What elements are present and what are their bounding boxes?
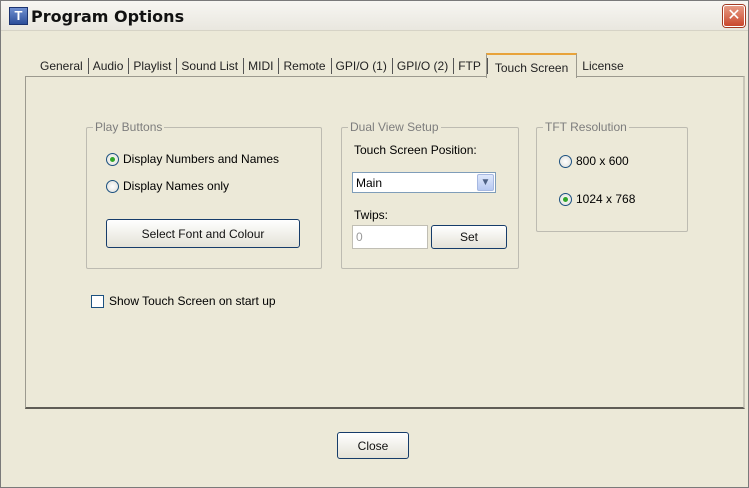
- tab-touch-screen[interactable]: Touch Screen: [485, 53, 578, 78]
- twips-input[interactable]: 0: [352, 225, 428, 249]
- close-button[interactable]: Close: [337, 432, 409, 459]
- twips-label: Twips:: [354, 208, 389, 222]
- radio-selected-icon: [559, 192, 572, 206]
- tab-playlist[interactable]: Playlist: [128, 55, 176, 77]
- close-icon[interactable]: ✕: [723, 5, 745, 27]
- touch-screen-position-select[interactable]: Main ▼: [352, 172, 496, 193]
- tab-sound-list[interactable]: Sound List: [176, 55, 243, 77]
- play-buttons-group-label: Play Buttons: [93, 120, 165, 134]
- tft-resolution-group: TFT Resolution 800 x 600 1024 x 768: [536, 120, 688, 232]
- radio-unselected-icon: [106, 179, 119, 193]
- select-font-colour-button[interactable]: Select Font and Colour: [106, 219, 300, 248]
- show-touch-screen-startup-checkbox[interactable]: Show Touch Screen on start up: [91, 294, 276, 308]
- show-touch-screen-startup-label: Show Touch Screen on start up: [109, 294, 276, 308]
- tab-remote[interactable]: Remote: [278, 55, 330, 77]
- tft-resolution-group-label: TFT Resolution: [543, 120, 629, 134]
- radio-display-numbers-names[interactable]: Display Numbers and Names: [106, 152, 279, 166]
- radio-1024x768[interactable]: 1024 x 768: [559, 192, 635, 206]
- set-button[interactable]: Set: [431, 225, 507, 249]
- tab-strip: General Audio Playlist Sound List MIDI R…: [35, 53, 629, 78]
- title-bar[interactable]: T Program Options ✕: [1, 1, 748, 31]
- window-title: Program Options: [31, 7, 185, 26]
- play-buttons-group: Play Buttons Display Numbers and Names D…: [86, 120, 322, 269]
- checkbox-box: [91, 294, 104, 308]
- radio-1024x768-label: 1024 x 768: [576, 192, 636, 206]
- dual-view-setup-group-label: Dual View Setup: [348, 120, 441, 134]
- app-icon: T: [9, 7, 28, 25]
- touch-screen-position-value: Main: [356, 175, 383, 190]
- radio-display-names-only-label: Display Names only: [123, 179, 230, 193]
- touch-screen-panel: Play Buttons Display Numbers and Names D…: [25, 76, 745, 409]
- tab-gpio-1[interactable]: GPI/O (1): [330, 55, 392, 77]
- tab-ftp[interactable]: FTP: [453, 55, 486, 77]
- chevron-down-icon[interactable]: ▼: [477, 174, 494, 191]
- program-options-dialog: T Program Options ✕ General Audio Playli…: [0, 0, 749, 488]
- tab-general[interactable]: General: [35, 55, 88, 77]
- radio-display-numbers-names-label: Display Numbers and Names: [123, 152, 280, 166]
- radio-800x600[interactable]: 800 x 600: [559, 154, 629, 168]
- tab-license[interactable]: License: [577, 55, 628, 77]
- tab-audio[interactable]: Audio: [87, 55, 129, 77]
- radio-800x600-label: 800 x 600: [576, 154, 629, 168]
- tab-midi[interactable]: MIDI: [243, 55, 278, 77]
- tab-gpio-2[interactable]: GPI/O (2): [391, 55, 453, 77]
- touch-screen-position-label: Touch Screen Position:: [354, 143, 477, 157]
- radio-display-names-only[interactable]: Display Names only: [106, 179, 229, 193]
- radio-unselected-icon: [559, 154, 572, 168]
- dual-view-setup-group: Dual View Setup Touch Screen Position: M…: [341, 120, 519, 269]
- radio-selected-icon: [106, 152, 119, 166]
